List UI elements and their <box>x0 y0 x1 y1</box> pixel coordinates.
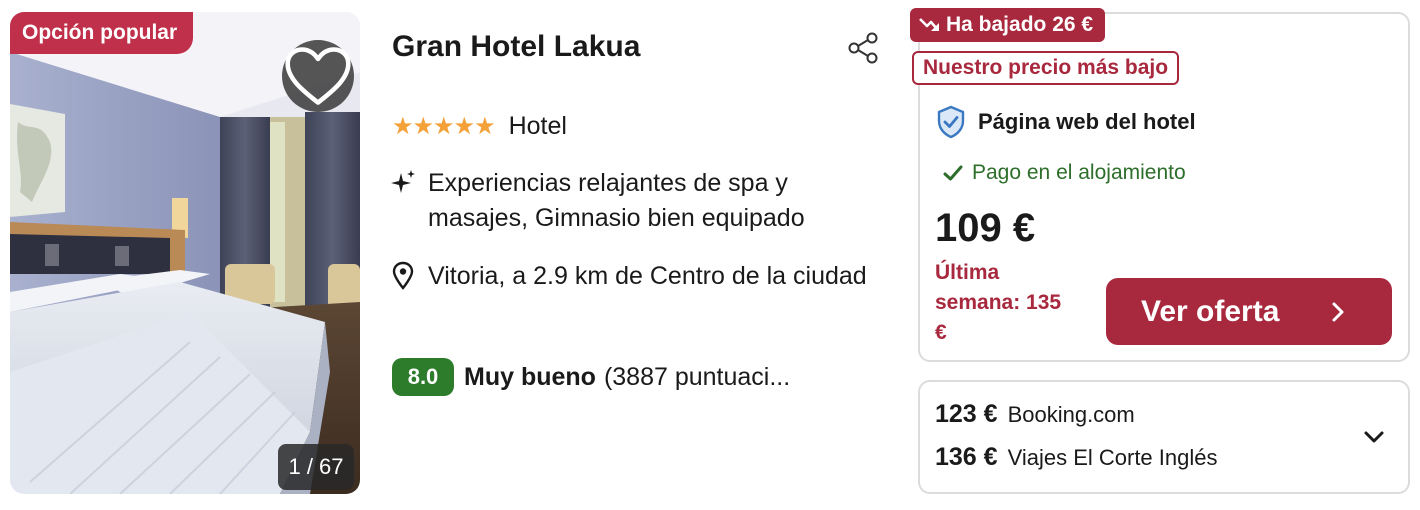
payment-info-row: Pago en el alojamiento <box>942 158 1186 188</box>
hotel-name[interactable]: Gran Hotel Lakua <box>392 30 640 64</box>
heart-icon <box>285 47 351 105</box>
shield-check-icon <box>937 105 965 139</box>
amenities-text: Experiencias relajantes de spa y masajes… <box>428 169 805 232</box>
view-offer-button[interactable]: Ver oferta <box>1106 278 1392 345</box>
photo-counter: 1 / 67 <box>278 444 354 490</box>
hotel-type: Hotel <box>508 111 567 140</box>
offer-provider-name: Página web del hotel <box>978 109 1196 134</box>
offer-provider-row: Página web del hotel <box>936 104 1196 140</box>
share-button[interactable] <box>845 30 881 66</box>
lowest-price-badge: Nuestro precio más bajo <box>912 51 1180 85</box>
checkmark-icon <box>943 165 963 181</box>
other-offer-price: 123 € <box>935 400 998 428</box>
other-offer-provider: Viajes El Corte Inglés <box>1007 445 1218 470</box>
price-drop-badge: Ha bajado 26 € <box>910 8 1106 42</box>
location-text: Vitoria, a 2.9 km de Centro de la ciudad <box>428 262 867 290</box>
share-icon <box>848 32 878 64</box>
last-week-price: Última semana: 135 € <box>935 261 1062 344</box>
chevron-right-icon <box>1332 302 1344 322</box>
hotel-result-card[interactable]: Opción popular 1 / 67 Gran Hotel Lakua ★… <box>0 0 1420 510</box>
rating-count: (3887 puntuaci... <box>603 362 791 391</box>
amenities-row: Experiencias relajantes de spa y masajes… <box>390 166 868 236</box>
offer-price: 109 € <box>935 206 1036 250</box>
price-drop-text: Ha bajado 26 € <box>946 13 1094 36</box>
location-row: Vitoria, a 2.9 km de Centro de la ciudad <box>390 259 868 294</box>
rating-score-badge: 8.0 <box>392 358 454 396</box>
payment-info-text: Pago en el alojamiento <box>972 161 1186 184</box>
other-offers-box[interactable] <box>918 380 1410 494</box>
hotel-photo[interactable]: Opción popular 1 / 67 <box>10 12 360 494</box>
favorite-button[interactable] <box>282 40 354 112</box>
chevron-down-icon[interactable] <box>1362 428 1386 446</box>
star-rating-icon: ★★★★★ <box>392 112 496 140</box>
other-offer-row[interactable]: 136 € Viajes El Corte Inglés <box>935 443 1218 472</box>
map-pin-icon <box>392 261 414 290</box>
other-offer-row[interactable]: 123 € Booking.com <box>935 400 1135 429</box>
sparkle-icon <box>391 170 415 193</box>
other-offer-price: 136 € <box>935 443 998 471</box>
other-offer-provider: Booking.com <box>1007 402 1135 427</box>
stars-row: ★★★★★ Hotel <box>392 110 567 142</box>
popular-badge: Opción popular <box>10 12 194 54</box>
view-offer-label: Ver oferta <box>1141 294 1280 328</box>
trend-down-icon <box>919 18 939 31</box>
rating-label: Muy bueno <box>464 362 596 391</box>
rating-row[interactable]: 8.0 Muy bueno (3887 puntuaci... <box>392 357 790 397</box>
